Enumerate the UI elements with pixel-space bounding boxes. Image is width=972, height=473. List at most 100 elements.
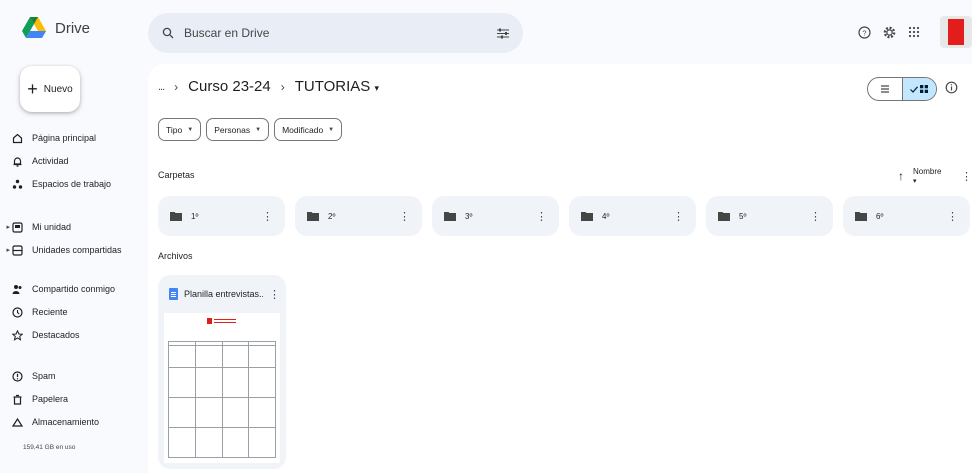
home-icon (11, 132, 23, 144)
star-icon (11, 329, 23, 341)
folder-item[interactable]: 2º ⋮ (295, 196, 422, 236)
file-card[interactable]: Planilla entrevistas... ⋮ (158, 275, 286, 469)
sidebar-item-workspaces[interactable]: Espacios de trabajo (0, 175, 148, 193)
folder-item[interactable]: 4º ⋮ (569, 196, 696, 236)
sort-control: ↑ Nombre ▾ ⋮ (898, 167, 972, 185)
filter-chip-label: Personas (214, 124, 251, 135)
sort-by-button[interactable]: Nombre ▾ (913, 167, 946, 185)
drive-logo-icon (22, 17, 46, 38)
info-icon[interactable] (945, 81, 958, 94)
file-name: Planilla entrevistas... (184, 289, 263, 299)
more-options-icon[interactable]: ⋮ (262, 210, 273, 223)
drive-logo[interactable]: Drive (22, 17, 90, 39)
filter-chip-modified[interactable]: Modificado ▼ (274, 118, 343, 141)
apps-grid-icon[interactable] (908, 26, 920, 38)
sidebar-item-label: Destacados (32, 330, 80, 340)
thumbnail-table (168, 341, 276, 458)
sidebar-item-spam[interactable]: Spam (0, 367, 148, 385)
help-icon[interactable]: ? (858, 25, 871, 39)
spam-icon (11, 370, 23, 382)
breadcrumb-current-label: TUTORIAS (294, 78, 371, 95)
sidebar-item-shared-with-me[interactable]: Compartido conmigo (0, 280, 148, 298)
cloud-icon (11, 416, 23, 428)
main-content: ... › Curso 23-24 › TUTORIAS ▾ Tipo ▼ Per… (148, 64, 972, 473)
more-options-icon[interactable]: ⋮ (947, 210, 958, 223)
sidebar-item-label: Página principal (32, 133, 97, 143)
file-card-header: Planilla entrevistas... ⋮ (158, 275, 286, 313)
dropdown-arrow-icon: ▼ (187, 126, 194, 133)
sidebar-item-home[interactable]: Página principal (0, 129, 148, 147)
plus-icon: + (27, 79, 38, 99)
folder-icon (170, 212, 182, 221)
view-toggle (867, 77, 937, 101)
thumbnail-logo-icon (207, 318, 236, 324)
account-avatar[interactable] (940, 16, 972, 48)
grid-view-button[interactable] (901, 78, 936, 100)
expand-icon[interactable]: ▸ (0, 246, 10, 254)
sidebar-item-my-drive[interactable]: ▸ Mi unidad (0, 218, 148, 236)
folder-icon (855, 212, 867, 221)
settings-icon[interactable] (883, 26, 896, 39)
folder-name: 1º (191, 211, 199, 221)
dropdown-arrow-icon: ▼ (255, 126, 262, 133)
my-drive-icon (11, 221, 23, 233)
more-options-icon[interactable]: ⋮ (810, 210, 821, 223)
top-right-actions: ? (858, 16, 972, 48)
filter-chip-type[interactable]: Tipo ▼ (158, 118, 202, 141)
sort-direction-icon[interactable]: ↑ (898, 169, 904, 183)
app-name: Drive (55, 19, 91, 37)
new-button[interactable]: + Nuevo (20, 66, 80, 112)
filter-chip-people[interactable]: Personas ▼ (206, 118, 270, 141)
search-input[interactable] (184, 26, 487, 40)
folder-name: 3º (465, 211, 473, 221)
search-bar[interactable] (148, 13, 523, 53)
more-options-icon[interactable]: ⋮ (536, 210, 547, 223)
filter-chip-label: Tipo (166, 124, 183, 135)
clock-icon (11, 306, 23, 318)
filter-chip-label: Modificado (282, 124, 324, 135)
dropdown-arrow-icon: ▼ (328, 126, 335, 133)
folder-item[interactable]: 1º ⋮ (158, 196, 285, 236)
sidebar-item-activity[interactable]: Actividad (0, 152, 148, 170)
more-options-icon[interactable]: ⋮ (673, 210, 684, 223)
sidebar-item-shared-drives[interactable]: ▸ Unidades compartidas (0, 241, 148, 259)
sidebar-item-label: Compartido conmigo (32, 284, 116, 294)
svg-text:?: ? (862, 28, 866, 37)
grid-icon (920, 85, 929, 93)
folder-item[interactable]: 5º ⋮ (706, 196, 833, 236)
sidebar-item-starred[interactable]: Destacados (0, 326, 148, 344)
folder-grid: 1º ⋮ 2º ⋮ 3º ⋮ 4º ⋮ 5º ⋮ 6º ⋮ (158, 196, 970, 236)
bell-icon (11, 155, 23, 167)
folder-icon (307, 212, 319, 221)
folder-item[interactable]: 3º ⋮ (432, 196, 559, 236)
sidebar-item-label: Unidades compartidas (32, 245, 122, 255)
sidebar-item-storage[interactable]: Almacenamiento (0, 413, 148, 431)
breadcrumb-ellipsis[interactable]: ... (158, 81, 165, 93)
search-options-icon[interactable] (497, 28, 509, 39)
trash-icon (11, 393, 23, 405)
chevron-right-icon: › (280, 79, 285, 94)
folder-icon (581, 212, 593, 221)
folder-icon (718, 212, 730, 221)
more-options-icon[interactable]: ⋮ (961, 170, 972, 183)
google-docs-icon (169, 288, 178, 300)
folder-item[interactable]: 6º ⋮ (843, 196, 970, 236)
breadcrumb-current[interactable]: TUTORIAS ▾ (295, 78, 379, 95)
sidebar-item-label: Reciente (32, 307, 68, 317)
list-view-button[interactable] (868, 78, 902, 100)
more-options-icon[interactable]: ⋮ (269, 288, 280, 301)
expand-icon[interactable]: ▸ (0, 223, 10, 231)
folder-name: 4º (602, 211, 610, 221)
sidebar-item-trash[interactable]: Papelera (0, 390, 148, 408)
section-title-folders: Carpetas (158, 170, 195, 180)
breadcrumb-parent[interactable]: Curso 23-24 (188, 78, 271, 95)
sidebar-item-label: Espacios de trabajo (32, 179, 112, 189)
search-icon[interactable] (162, 27, 174, 39)
sidebar-item-recent[interactable]: Reciente (0, 303, 148, 321)
workspaces-icon (11, 178, 23, 190)
account-logo-icon (948, 19, 964, 45)
more-options-icon[interactable]: ⋮ (399, 210, 410, 223)
sidebar-item-label: Papelera (32, 394, 69, 404)
chevron-right-icon: › (174, 79, 179, 94)
folder-icon (444, 212, 456, 221)
